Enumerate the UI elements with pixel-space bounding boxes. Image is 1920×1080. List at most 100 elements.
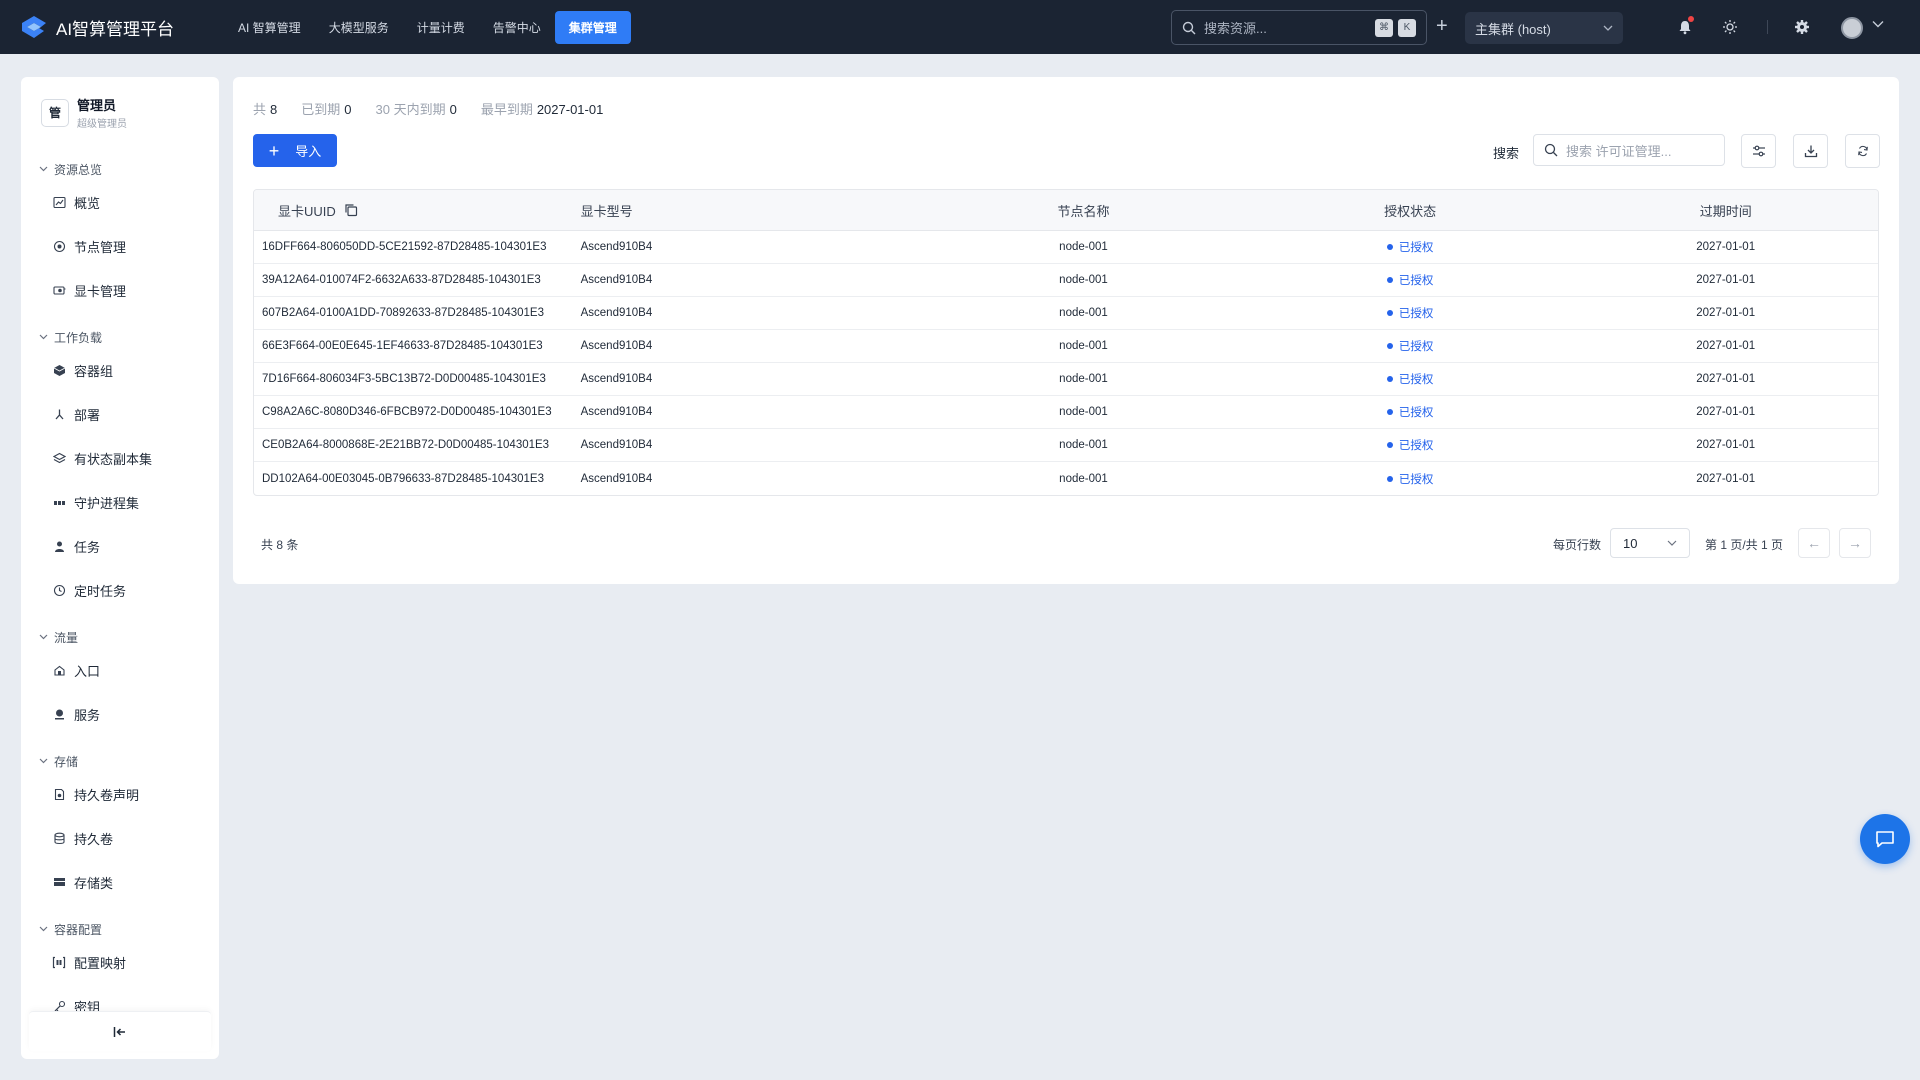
sidebar-item-pods[interactable]: 容器组 xyxy=(21,348,219,392)
cell-model: Ascend910B4 xyxy=(580,373,653,385)
sidebar-group-storage[interactable]: 存储 xyxy=(21,750,219,772)
chat-assistant-button[interactable] xyxy=(1860,814,1910,864)
filter-settings-button[interactable] xyxy=(1741,134,1776,168)
arrow-right-icon: → xyxy=(1848,535,1862,551)
service-icon xyxy=(52,707,66,721)
nav-alert-center[interactable]: 告警中心 xyxy=(479,11,555,44)
status-badge: 已授权 xyxy=(1398,275,1434,287)
copy-icon[interactable] xyxy=(344,203,358,217)
database-icon xyxy=(52,831,66,845)
theme-toggle-sun-icon[interactable] xyxy=(1720,17,1740,37)
sidebar-item-deployments[interactable]: 部署 xyxy=(21,392,219,436)
sidebar-group-traffic[interactable]: 流量 xyxy=(21,626,219,648)
cell-node: node-001 xyxy=(1059,307,1108,319)
table-row[interactable]: DD102A64-00E03045-0B796633-87D28485-1043… xyxy=(254,462,1878,495)
settings-gear-icon[interactable] xyxy=(1792,17,1812,37)
cell-status: 已授权 xyxy=(1247,404,1574,420)
license-search-input[interactable]: 搜索 许可证管理... xyxy=(1533,134,1725,166)
arrow-left-icon: ← xyxy=(1807,535,1821,551)
table-row[interactable]: 66E3F664-00E0E645-1EF46633-87D28485-1043… xyxy=(254,330,1878,363)
sidebar-item-services[interactable]: 服务 xyxy=(21,692,219,736)
sidebar-collapse-button[interactable] xyxy=(29,1011,211,1051)
chevron-down-icon[interactable] xyxy=(1872,20,1884,28)
cell-expiry: 2027-01-01 xyxy=(1696,307,1756,319)
rows-per-page-value: 10 xyxy=(1623,535,1638,551)
sidebar-item-jobs[interactable]: 任务 xyxy=(21,524,219,568)
cell-expiry: 2027-01-01 xyxy=(1696,406,1756,418)
nav-llm-service[interactable]: 大模型服务 xyxy=(315,11,403,44)
chevron-down-icon xyxy=(39,926,48,932)
next-page-button[interactable]: → xyxy=(1839,528,1871,558)
user-avatar[interactable] xyxy=(1841,17,1863,39)
app-logo[interactable]: AI智算管理平台 xyxy=(20,14,200,40)
sidebar-group-workloads[interactable]: 工作负载 xyxy=(21,326,219,348)
global-search-input[interactable]: 搜索资源... ⌘ K xyxy=(1171,10,1427,45)
download-button[interactable] xyxy=(1793,134,1828,168)
cell-status: 已授权 xyxy=(1247,437,1574,453)
table-row[interactable]: 607B2A64-0100A1DD-70892633-87D28485-1043… xyxy=(254,297,1878,330)
rows-per-page-select[interactable]: 10 xyxy=(1610,528,1690,558)
logo-icon xyxy=(22,16,46,38)
nav-cluster-management[interactable]: 集群管理 xyxy=(554,10,631,44)
cell-uuid: 16DFF664-806050DD-5CE21592-87D28485-1043… xyxy=(262,241,547,253)
sidebar-item-nodes[interactable]: 节点管理 xyxy=(21,224,219,268)
cell-model: Ascend910B4 xyxy=(580,340,653,352)
table-row[interactable]: 7D16F664-806034F3-5BC13B72-D0D00485-1043… xyxy=(254,363,1878,396)
refresh-button[interactable] xyxy=(1845,134,1880,168)
cell-expiry: 2027-01-01 xyxy=(1696,373,1756,385)
sidebar-group-container-config[interactable]: 容器配置 xyxy=(21,918,219,940)
cell-uuid: 607B2A64-0100A1DD-70892633-87D28485-1043… xyxy=(262,307,544,319)
sidebar-item-pv[interactable]: 持久卷 xyxy=(21,816,219,860)
cluster-select[interactable]: 主集群 (host) xyxy=(1465,12,1623,44)
table-row[interactable]: 39A12A64-010074F2-6632A633-87D28485-1043… xyxy=(254,264,1878,297)
search-icon xyxy=(1182,21,1196,34)
layers-icon xyxy=(52,451,66,465)
ingress-icon xyxy=(52,663,66,677)
cell-model: Ascend910B4 xyxy=(580,274,653,286)
table-row[interactable]: C98A2A6C-8080D346-6FBCB972-D0D00485-1043… xyxy=(254,396,1878,429)
nav-ai-compute[interactable]: AI 智算管理 xyxy=(224,11,315,44)
chevron-down-icon xyxy=(1667,540,1677,546)
sidebar-item-daemonsets[interactable]: 守护进程集 xyxy=(21,480,219,524)
cell-status: 已授权 xyxy=(1247,338,1574,354)
sliders-icon xyxy=(1752,145,1765,157)
stat-expiring-30d: 30 天内到期 0 xyxy=(375,102,457,117)
cell-model: Ascend910B4 xyxy=(580,406,653,418)
chevron-down-icon xyxy=(39,166,48,172)
deploy-icon xyxy=(52,407,66,421)
chat-bubble-icon xyxy=(1876,831,1894,848)
cell-node: node-001 xyxy=(1059,406,1108,418)
sidebar-item-storageclass[interactable]: 存储类 xyxy=(21,860,219,904)
clock-icon xyxy=(52,583,66,597)
status-badge: 已授权 xyxy=(1398,341,1434,353)
cell-model: Ascend910B4 xyxy=(580,307,653,319)
table-row[interactable]: CE0B2A64-8000868E-2E21BB72-D0D00485-1043… xyxy=(254,429,1878,462)
import-button[interactable]: + 导入 xyxy=(253,134,337,167)
sidebar-item-overview[interactable]: 概览 xyxy=(21,180,219,224)
download-icon xyxy=(1804,145,1817,158)
table-row[interactable]: 16DFF664-806050DD-5CE21592-87D28485-1043… xyxy=(254,231,1878,264)
prev-page-button[interactable]: ← xyxy=(1798,528,1830,558)
chevron-down-icon xyxy=(39,758,48,764)
page-info: 第 1 页/共 1 页 xyxy=(1705,538,1784,552)
sidebar-item-gpus[interactable]: 显卡管理 xyxy=(21,268,219,312)
stat-total: 共8 xyxy=(253,102,278,117)
daemon-icon xyxy=(52,495,66,509)
sidebar-item-statefulsets[interactable]: 有状态副本集 xyxy=(21,436,219,480)
sidebar-item-pvc[interactable]: 持久卷声明 xyxy=(21,772,219,816)
user-avatar-badge: 管 xyxy=(41,98,69,127)
sidebar-item-ingress[interactable]: 入口 xyxy=(21,648,219,692)
nav-billing[interactable]: 计量计费 xyxy=(403,11,479,44)
col-node-name: 节点名称 xyxy=(1057,203,1110,219)
task-icon xyxy=(52,539,66,553)
total-count: 共 8 条 xyxy=(261,538,299,552)
chevron-down-icon xyxy=(39,334,48,340)
add-icon[interactable]: + xyxy=(1436,16,1448,36)
sidebar-group-resource-overview[interactable]: 资源总览 xyxy=(21,158,219,180)
sidebar-item-cronjobs[interactable]: 定时任务 xyxy=(21,568,219,612)
table-header: 显卡UUID 显卡型号 节点名称 授权状态 过期时间 xyxy=(254,190,1878,231)
sidebar-item-configmaps[interactable]: 配置映射 xyxy=(21,940,219,984)
cluster-select-value: 主集群 (host) xyxy=(1475,21,1551,37)
cube-icon xyxy=(52,363,66,377)
notification-bell-icon[interactable] xyxy=(1675,16,1695,37)
